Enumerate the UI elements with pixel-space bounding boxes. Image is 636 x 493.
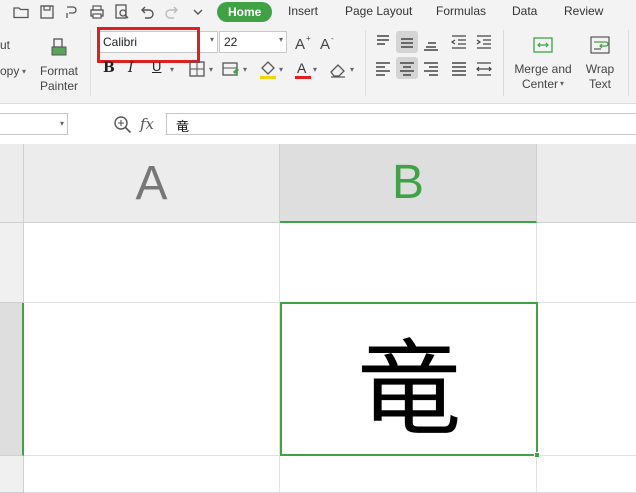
name-box-chevron-down-icon[interactable]: ▾ [60, 119, 64, 128]
increase-font-size-icon[interactable]: A + [293, 32, 315, 54]
align-right-icon[interactable] [420, 57, 442, 79]
active-cell-b2[interactable]: 竜 [280, 302, 538, 456]
tab-review[interactable]: Review [564, 4, 603, 18]
select-all-corner[interactable] [0, 144, 24, 223]
print-icon[interactable] [88, 3, 106, 21]
column-header-a[interactable]: A [24, 144, 280, 223]
insert-function-button[interactable]: fx [140, 115, 154, 133]
row-header[interactable] [0, 456, 24, 493]
formula-bar: ▾ fx 竜 [0, 110, 636, 140]
row-header[interactable] [0, 223, 24, 303]
title-tab-bar: Home Insert Page Layout Formulas Data Re… [0, 0, 636, 24]
open-folder-icon[interactable] [12, 3, 30, 21]
merge-chevron-down-icon[interactable]: ▾ [560, 79, 564, 88]
format-painter-icon[interactable] [48, 36, 70, 58]
tab-formulas[interactable]: Formulas [436, 4, 486, 18]
cell-c2[interactable] [537, 303, 636, 456]
font-name-highlight-box [97, 27, 200, 63]
align-bottom-icon[interactable] [420, 31, 442, 53]
save-icon[interactable] [38, 3, 56, 21]
cell-c3[interactable] [537, 456, 636, 493]
undo-icon[interactable] [138, 3, 156, 21]
font-color-chevron-down-icon[interactable]: ▾ [313, 65, 317, 74]
print-preview-icon[interactable] [113, 3, 131, 21]
cell-b1[interactable] [280, 223, 537, 303]
row-header-selected[interactable] [0, 303, 24, 456]
column-header-b[interactable]: B [280, 144, 537, 223]
increase-indent-icon[interactable] [473, 31, 495, 53]
formula-input[interactable]: 竜 [166, 113, 636, 135]
ribbon-separator [90, 30, 91, 96]
cut-button[interactable]: ut [0, 38, 10, 53]
clear-format-eraser-icon[interactable] [327, 58, 349, 80]
underline-button[interactable]: U [152, 59, 161, 74]
cell-b3[interactable] [280, 456, 537, 493]
cell-style-chevron-down-icon[interactable]: ▾ [243, 65, 247, 74]
bold-button[interactable]: B [103, 60, 115, 76]
ribbon-separator-4 [628, 30, 629, 96]
font-size-value: 22 [224, 35, 238, 49]
font-size-chevron-down-icon[interactable]: ▾ [279, 35, 283, 44]
fill-color-chevron-down-icon[interactable]: ▾ [279, 65, 283, 74]
tab-page-layout[interactable]: Page Layout [345, 4, 412, 18]
cell-c1[interactable] [537, 223, 636, 303]
svg-text:A: A [320, 36, 330, 53]
tab-home[interactable]: Home [217, 2, 273, 22]
copy-chevron-down-icon[interactable]: ▾ [22, 67, 26, 76]
font-size-select[interactable]: 22 ▾ [219, 31, 287, 53]
merge-center-icon[interactable] [532, 34, 554, 56]
customize-chevron-icon[interactable] [189, 3, 207, 21]
sync-icon[interactable] [62, 3, 80, 21]
copy-button[interactable]: opy [0, 64, 19, 79]
decrease-indent-icon[interactable] [448, 31, 470, 53]
clear-chevron-down-icon[interactable]: ▾ [350, 65, 354, 74]
svg-text:A: A [295, 36, 305, 53]
cell-style-icon[interactable] [220, 58, 242, 80]
decrease-font-size-icon[interactable]: A- [318, 32, 340, 54]
zoom-search-icon[interactable] [112, 114, 134, 136]
distributed-align-icon[interactable] [473, 57, 495, 79]
justify-icon[interactable] [448, 57, 470, 79]
format-painter-label-2[interactable]: Painter [38, 79, 80, 94]
cell-a1[interactable] [24, 223, 280, 303]
wrap-text-icon[interactable] [589, 34, 611, 56]
wrap-text-label[interactable]: Wrap [578, 62, 622, 77]
ribbon-separator-3 [503, 30, 504, 96]
format-painter-label[interactable]: Format [38, 64, 80, 79]
borders-icon[interactable] [186, 58, 208, 80]
align-left-icon[interactable] [372, 57, 394, 79]
svg-text:A: A [297, 60, 307, 76]
cell-a2[interactable] [24, 303, 280, 456]
name-box[interactable]: ▾ [0, 113, 68, 135]
wrap-text-label-2[interactable]: Text [578, 77, 622, 92]
redo-icon[interactable] [163, 3, 181, 21]
align-center-icon[interactable] [396, 57, 418, 79]
merge-center-label[interactable]: Merge and [512, 62, 574, 77]
font-name-chevron-down-icon[interactable]: ▾ [210, 35, 214, 44]
ribbon-separator-2 [365, 30, 366, 96]
borders-chevron-down-icon[interactable]: ▾ [209, 65, 213, 74]
align-middle-icon[interactable] [396, 31, 418, 53]
fill-handle[interactable] [534, 452, 540, 458]
tab-data[interactable]: Data [512, 4, 537, 18]
cell-a3[interactable] [24, 456, 280, 493]
svg-text:+: + [306, 34, 311, 43]
svg-text:-: - [331, 34, 334, 43]
fill-color-icon[interactable] [257, 58, 279, 80]
tab-insert[interactable]: Insert [288, 4, 318, 18]
underline-chevron-down-icon[interactable]: ▾ [170, 65, 174, 74]
column-header-c[interactable] [537, 144, 636, 223]
italic-button[interactable]: I [128, 60, 134, 76]
font-color-icon[interactable]: A [292, 58, 314, 80]
align-top-icon[interactable] [372, 31, 394, 53]
